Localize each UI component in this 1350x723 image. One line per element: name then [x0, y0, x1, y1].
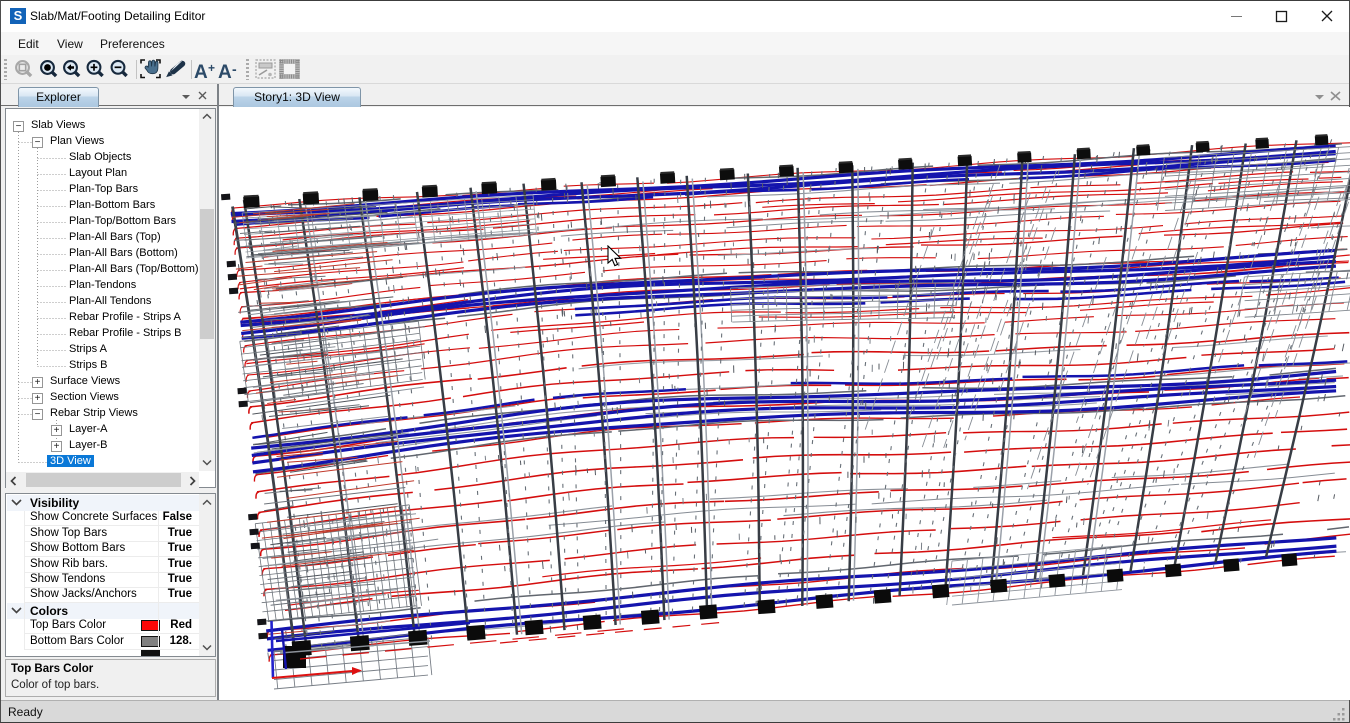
- svg-text:-: -: [232, 61, 237, 77]
- svg-text:A: A: [194, 62, 208, 83]
- svg-text:A: A: [218, 62, 232, 83]
- svg-text:+: +: [208, 61, 215, 75]
